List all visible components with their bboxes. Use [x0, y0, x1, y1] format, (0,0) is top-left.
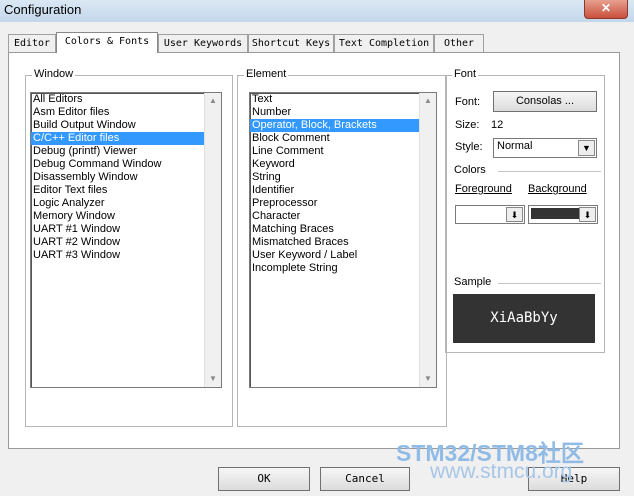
tab-other[interactable]: Other	[434, 34, 484, 52]
dropdown-arrow-icon[interactable]: ⬇	[506, 207, 523, 222]
tab-shortcut-keys[interactable]: Shortcut Keys	[248, 34, 334, 52]
window-group-label: Window	[32, 68, 76, 80]
list-item[interactable]: Logic Analyzer	[31, 197, 221, 210]
list-item[interactable]: UART #1 Window	[31, 223, 221, 236]
element-listbox[interactable]: Text Number Operator, Block, Brackets Block…	[249, 92, 437, 388]
list-item[interactable]: Debug Command Window	[31, 158, 221, 171]
scroll-up-icon[interactable]: ▲	[205, 93, 221, 109]
font-group-label: Font	[452, 68, 479, 80]
window-group: Window All Editors Asm Editor files Build …	[25, 68, 233, 427]
tab-editor[interactable]: Editor	[8, 34, 56, 52]
list-item[interactable]: Preprocessor	[250, 197, 436, 210]
colors-separator	[498, 171, 601, 172]
element-group: Element Text Number Operator, Block, Brack…	[237, 68, 447, 427]
background-swatch	[531, 208, 579, 219]
sample-group-label: Sample	[452, 276, 494, 288]
tab-text-completion[interactable]: Text Completion	[334, 34, 434, 52]
element-group-label: Element	[244, 68, 289, 80]
sample-preview: XiAaBbYy	[453, 294, 595, 343]
list-item[interactable]: Disassembly Window	[31, 171, 221, 184]
element-list-scrollbar[interactable]: ▲ ▼	[419, 93, 436, 387]
list-item[interactable]: Mismatched Braces	[250, 236, 436, 249]
window-listbox[interactable]: All Editors Asm Editor files Build Output …	[30, 92, 222, 388]
title-bar: Configuration ✕	[0, 0, 634, 22]
foreground-label: Foreground	[455, 183, 512, 195]
watermark-url: www.stmcu.org	[430, 460, 573, 483]
size-label: Size:	[455, 119, 480, 131]
size-value: 12	[491, 119, 504, 131]
cancel-button[interactable]: Cancel	[320, 467, 410, 491]
scroll-down-icon[interactable]: ▼	[205, 371, 221, 387]
list-item[interactable]: Operator, Block, Brackets	[250, 119, 436, 132]
list-item[interactable]: All Editors	[31, 93, 221, 106]
list-item[interactable]: Build Output Window	[31, 119, 221, 132]
list-item[interactable]: Number	[250, 106, 436, 119]
sample-separator	[498, 283, 601, 284]
list-item[interactable]: Memory Window	[31, 210, 221, 223]
list-item[interactable]: User Keyword / Label	[250, 249, 436, 262]
list-item[interactable]: Block Comment	[250, 132, 436, 145]
dialog-client: Editor Colors & Fonts User Keywords Shor…	[0, 22, 634, 496]
colors-group-label: Colors	[452, 164, 488, 176]
list-item[interactable]: UART #2 Window	[31, 236, 221, 249]
list-item[interactable]: Editor Text files	[31, 184, 221, 197]
style-select[interactable]: Normal ▼	[493, 138, 597, 158]
background-color-picker[interactable]: ⬇	[528, 205, 598, 224]
tab-panel: Window All Editors Asm Editor files Build …	[8, 52, 620, 449]
list-item[interactable]: C/C++ Editor files	[31, 132, 221, 145]
list-item[interactable]: Character	[250, 210, 436, 223]
list-item[interactable]: String	[250, 171, 436, 184]
window-list-scrollbar[interactable]: ▲ ▼	[204, 93, 221, 387]
style-label: Style:	[455, 141, 483, 153]
scroll-down-icon[interactable]: ▼	[420, 371, 436, 387]
font-select-button[interactable]: Consolas ...	[493, 91, 597, 112]
foreground-swatch	[458, 208, 506, 219]
list-item[interactable]: Matching Braces	[250, 223, 436, 236]
list-item[interactable]: Keyword	[250, 158, 436, 171]
font-label: Font:	[455, 96, 481, 108]
close-button[interactable]: ✕	[584, 0, 628, 19]
list-item[interactable]: Incomplete String	[250, 262, 436, 275]
dropdown-arrow-icon[interactable]: ⬇	[579, 207, 596, 222]
tab-colors-fonts[interactable]: Colors & Fonts	[56, 32, 158, 53]
tab-user-keywords[interactable]: User Keywords	[158, 34, 248, 52]
list-item[interactable]: UART #3 Window	[31, 249, 221, 262]
font-group: Font Font: Consolas ... Size: 12 Style: …	[445, 68, 605, 353]
window-title: Configuration	[4, 2, 82, 17]
style-value: Normal	[497, 140, 533, 152]
list-item[interactable]: Line Comment	[250, 145, 436, 158]
foreground-color-picker[interactable]: ⬇	[455, 205, 525, 224]
background-label: Background	[528, 183, 587, 195]
list-item[interactable]: Asm Editor files	[31, 106, 221, 119]
ok-button[interactable]: OK	[218, 467, 310, 491]
scroll-up-icon[interactable]: ▲	[420, 93, 436, 109]
list-item[interactable]: Debug (printf) Viewer	[31, 145, 221, 158]
chevron-down-icon[interactable]: ▼	[578, 140, 595, 156]
list-item[interactable]: Identifier	[250, 184, 436, 197]
list-item[interactable]: Text	[250, 93, 436, 106]
